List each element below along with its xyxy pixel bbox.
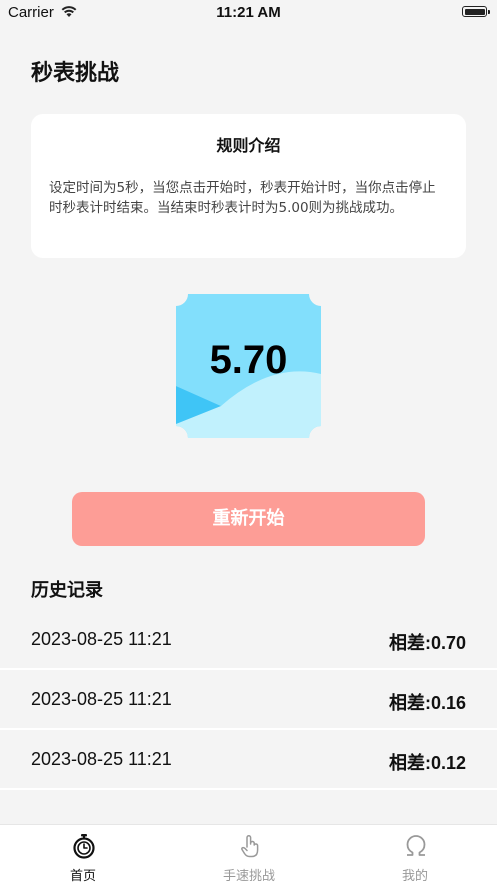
history-time: 2023-08-25 11:21 <box>31 749 172 769</box>
history-row: 2023-08-25 11:21 相差:0.16 <box>0 670 497 730</box>
tab-bar: 首页 手速挑战 我的 <box>0 824 497 884</box>
battery-icon <box>462 6 490 17</box>
history-time: 2023-08-25 11:21 <box>31 629 172 649</box>
tab-label: 手速挑战 <box>222 869 275 884</box>
history-row: 2023-08-25 11:21 相差:0.70 <box>0 610 497 670</box>
history-list: 2023-08-25 11:21 相差:0.70 2023-08-25 11:2… <box>0 610 497 790</box>
hand-pointer-icon <box>241 834 259 858</box>
tab-profile[interactable]: 我的 <box>332 825 497 884</box>
stopwatch-icon <box>73 834 95 859</box>
status-time: 11:21 AM <box>216 4 281 21</box>
history-title: 历史记录 <box>31 580 103 601</box>
omega-icon <box>406 835 426 856</box>
history-row: 2023-08-25 11:21 相差:0.12 <box>0 730 497 790</box>
history-diff: 相差:0.12 <box>388 753 466 773</box>
history-diff: 相差:0.70 <box>388 633 466 653</box>
timer-display: 5.70 <box>176 294 321 438</box>
restart-button[interactable]: 重新开始 <box>72 492 425 546</box>
history-diff: 相差:0.16 <box>388 693 466 713</box>
tab-label: 首页 <box>69 869 96 884</box>
history-time: 2023-08-25 11:21 <box>31 689 172 709</box>
rules-title: 规则介绍 <box>216 136 281 155</box>
page-title: 秒表挑战 <box>31 61 120 86</box>
timer-value: 5.70 <box>209 338 288 382</box>
tab-home[interactable]: 首页 <box>0 825 166 884</box>
status-bar: Carrier 11:21 AM <box>0 0 497 28</box>
rules-card: 规则介绍 设定时间为5秒，当您点击开始时，秒表开始计时，当你点击停止时秒表计时结… <box>31 114 466 258</box>
tab-label: 我的 <box>401 869 428 884</box>
rules-text: 设定时间为5秒，当您点击开始时，秒表开始计时，当你点击停止时秒表计时结束。当结束… <box>49 180 436 216</box>
tab-speed-challenge[interactable]: 手速挑战 <box>166 825 332 884</box>
